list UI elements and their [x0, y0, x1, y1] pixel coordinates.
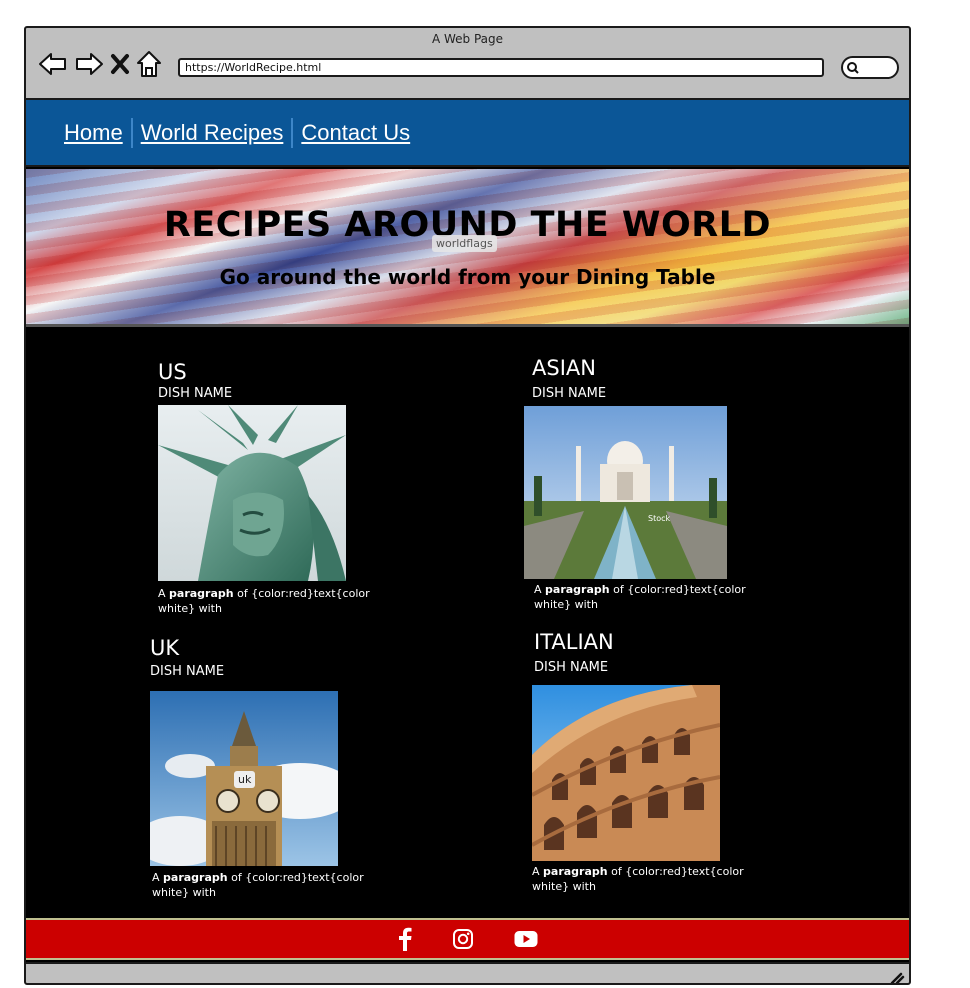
recipe-paragraph: A paragraph of {color:red}text{color whi…: [532, 864, 752, 894]
asian-taj-mahal-image: Stock: [524, 406, 727, 579]
instagram-icon[interactable]: [452, 928, 474, 950]
search-icon: [847, 62, 859, 74]
nav-link-home[interactable]: Home: [56, 120, 131, 146]
uk-big-ben-image: uk: [150, 691, 338, 866]
region-title: ITALIAN: [534, 630, 614, 654]
hero-image-label: worldflags: [432, 235, 497, 252]
para-bold: paragraph: [545, 583, 610, 596]
recipe-card-italian: ITALIAN DISH NAME: [534, 630, 614, 675]
para-prefix: A: [158, 587, 170, 600]
recipe-paragraph: A paragraph of {color:red}text{color whi…: [152, 870, 372, 900]
search-box[interactable]: [841, 56, 899, 79]
recipe-card-asian: ASIAN DISH NAME: [532, 356, 606, 401]
italian-colosseum-image: [532, 685, 720, 861]
url-bar[interactable]: https://WorldRecipe.html: [178, 58, 824, 77]
para-prefix: A: [152, 871, 164, 884]
home-icon[interactable]: [136, 50, 162, 78]
dish-name: DISH NAME: [534, 660, 609, 675]
para-bold: paragraph: [163, 871, 228, 884]
back-arrow-icon[interactable]: [38, 51, 68, 77]
hero-banner: RECIPES AROUND THE WORLD worldflags Go a…: [26, 169, 909, 327]
browser-nav-controls: [38, 50, 162, 78]
para-prefix: A: [534, 583, 546, 596]
hero-subtitle: Go around the world from your Dining Tab…: [219, 265, 716, 289]
para-bold: paragraph: [543, 865, 608, 878]
nav-link-world-recipes[interactable]: World Recipes: [133, 120, 292, 146]
recipe-paragraph: A paragraph of {color:red}text{color whi…: [534, 582, 754, 612]
browser-titlebar: A Web Page https://WorldRecipe.html: [26, 28, 909, 100]
recipe-paragraph: A paragraph of {color:red}text{color whi…: [158, 586, 378, 616]
resize-handle-icon[interactable]: [889, 971, 905, 985]
uk-image-label: uk: [234, 771, 256, 788]
dish-name: DISH NAME: [532, 386, 607, 401]
dish-name: DISH NAME: [150, 664, 225, 679]
recipes-grid: US DISH NAME A paragraph of {color:red}t…: [26, 328, 909, 916]
asian-image-label: Stock: [648, 514, 671, 523]
browser-window: A Web Page https://WorldRecipe.html Home…: [24, 26, 911, 985]
region-title: ASIAN: [532, 356, 596, 380]
nav-link-contact-us[interactable]: Contact Us: [293, 120, 418, 146]
facebook-icon[interactable]: [398, 927, 412, 951]
para-prefix: A: [532, 865, 544, 878]
forward-arrow-icon[interactable]: [74, 51, 104, 77]
para-bold: paragraph: [169, 587, 234, 600]
main-navigation: Home World Recipes Contact Us: [26, 100, 909, 167]
footer-social-bar: [26, 918, 909, 960]
youtube-icon[interactable]: [514, 930, 538, 948]
region-title: UK: [150, 636, 180, 660]
recipe-card-uk: UK DISH NAME: [150, 636, 224, 679]
dish-name: DISH NAME: [158, 386, 233, 401]
browser-statusbar: [26, 962, 909, 985]
region-title: US: [158, 360, 187, 384]
window-title: A Web Page: [431, 32, 504, 46]
recipe-card-us: US DISH NAME: [158, 360, 232, 401]
close-icon[interactable]: [110, 52, 130, 76]
us-statue-of-liberty-image: [158, 405, 346, 581]
